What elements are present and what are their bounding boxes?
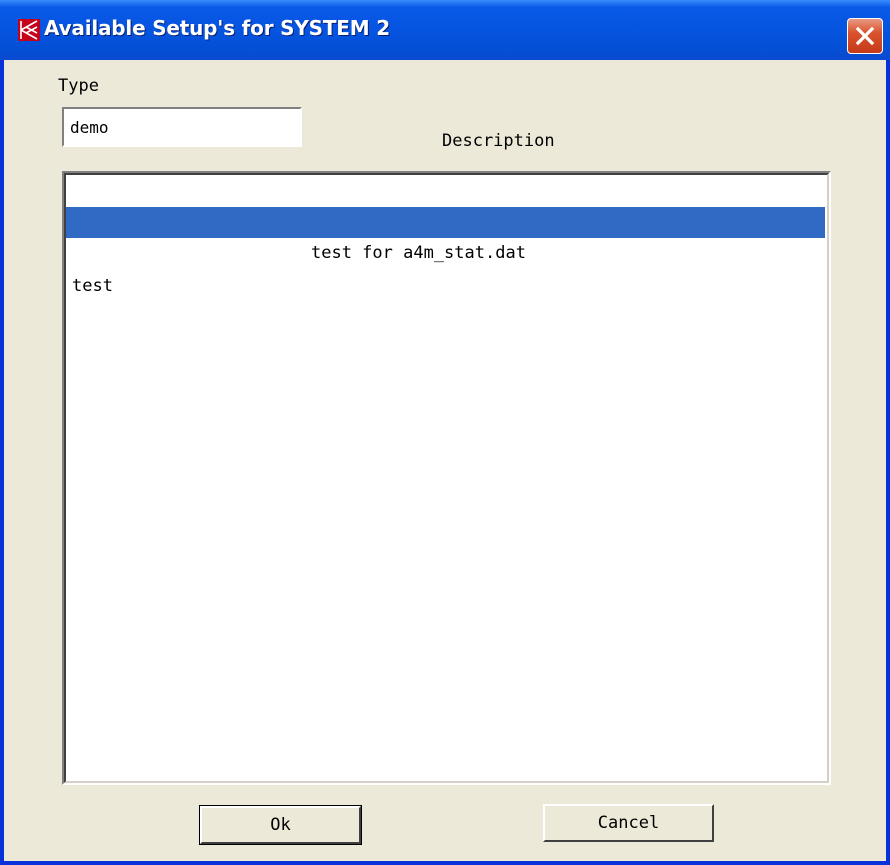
cancel-button[interactable]: Cancel — [543, 804, 714, 842]
type-label: Type — [58, 76, 99, 96]
list-item-type: test — [72, 276, 113, 296]
setup-list[interactable]: dat test for a4m_stat.dat demo a demo te… — [62, 171, 831, 785]
type-input[interactable] — [62, 107, 302, 147]
list-item-demo[interactable]: demo a demo test — [66, 207, 825, 294]
description-header: Description — [442, 131, 555, 151]
close-button[interactable] — [847, 18, 883, 54]
ok-button[interactable]: Ok — [199, 805, 362, 845]
k-logo-icon — [18, 19, 40, 41]
list-item-test[interactable]: test — [66, 240, 825, 296]
title-bar[interactable]: Available Setup's for SYSTEM 2 — [0, 0, 890, 60]
window-title: Available Setup's for SYSTEM 2 — [44, 16, 390, 40]
setup-dialog: Available Setup's for SYSTEM 2 Type Desc… — [0, 0, 890, 865]
list-item-dat[interactable]: dat test for a4m_stat.dat — [66, 176, 825, 263]
close-icon — [855, 26, 875, 46]
list-item-description: a demo test — [311, 274, 424, 294]
